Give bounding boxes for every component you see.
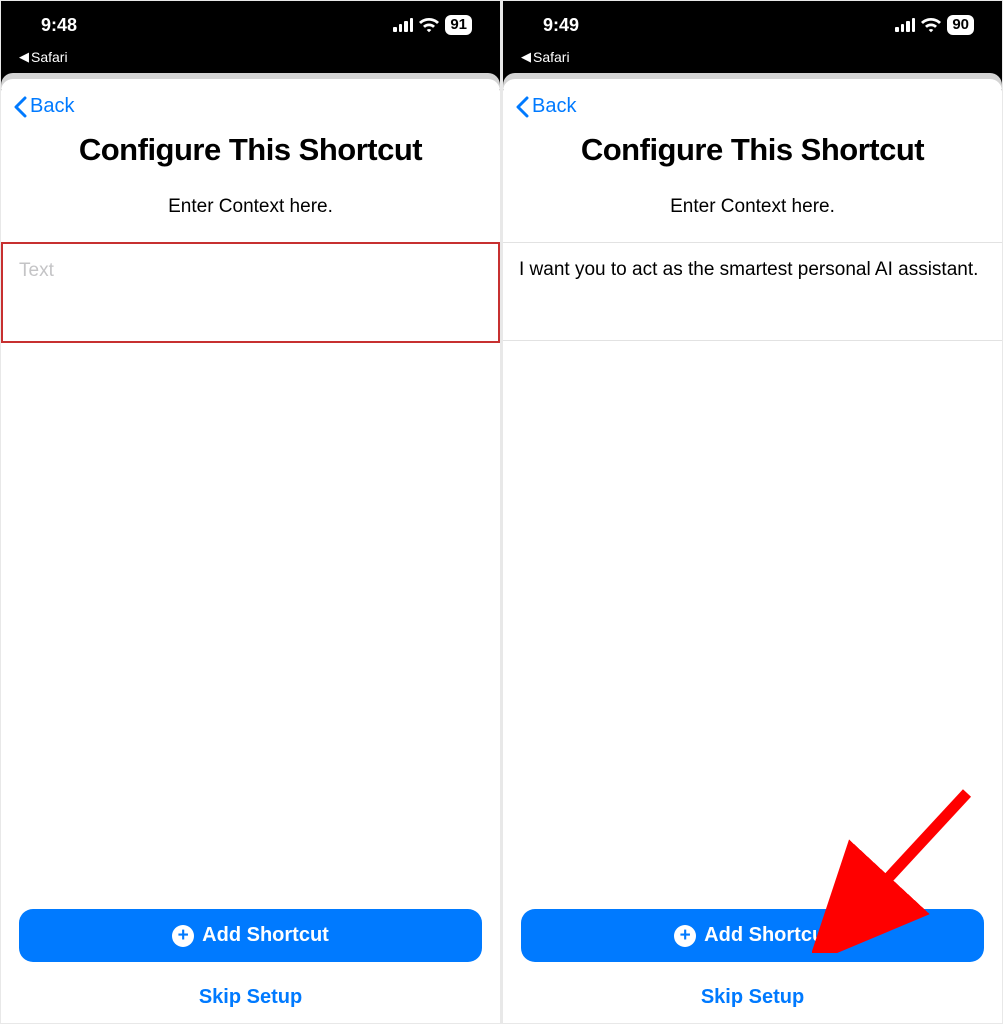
back-label: Back <box>532 95 576 118</box>
subtitle: Enter Context here. <box>1 196 500 218</box>
page-title: Configure This Shortcut <box>519 132 986 168</box>
right-screenshot: 9:49 90 ◀︎ Safari Back Configure This Sh… <box>503 1 1002 1023</box>
context-input-wrap <box>1 242 500 343</box>
add-shortcut-button[interactable]: + Add Shortcut <box>19 909 482 962</box>
back-button[interactable]: Back <box>1 79 500 130</box>
context-input[interactable] <box>3 244 498 336</box>
chevron-left-icon <box>515 96 530 118</box>
sheet: Back Configure This Shortcut Enter Conte… <box>503 79 1002 1023</box>
chevron-left-icon <box>13 96 28 118</box>
back-to-app[interactable]: ◀︎ Safari <box>503 49 1002 69</box>
back-app-label: Safari <box>533 49 570 65</box>
battery-badge: 90 <box>947 15 974 35</box>
skip-setup-button[interactable]: Skip Setup <box>521 962 984 1017</box>
cellular-icon <box>895 18 915 32</box>
status-bar: 9:49 90 <box>503 1 1002 49</box>
page-title: Configure This Shortcut <box>17 132 484 168</box>
wifi-icon <box>419 18 439 33</box>
context-input-wrap <box>503 242 1002 341</box>
plus-circle-icon: + <box>674 925 696 947</box>
back-label: Back <box>30 95 74 118</box>
status-time: 9:49 <box>543 15 579 36</box>
battery-badge: 91 <box>445 15 472 35</box>
cellular-icon <box>393 18 413 32</box>
add-shortcut-button[interactable]: + Add Shortcut <box>521 909 984 962</box>
chevron-left-icon: ◀︎ <box>521 49 531 65</box>
bottom-actions: + Add Shortcut Skip Setup <box>1 909 500 1023</box>
status-indicators: 91 <box>393 15 472 35</box>
bottom-actions: + Add Shortcut Skip Setup <box>503 909 1002 1023</box>
wifi-icon <box>921 18 941 33</box>
plus-circle-icon: + <box>172 925 194 947</box>
sheet: Back Configure This Shortcut Enter Conte… <box>1 79 500 1023</box>
add-button-label: Add Shortcut <box>202 924 329 947</box>
status-time: 9:48 <box>41 15 77 36</box>
skip-setup-button[interactable]: Skip Setup <box>19 962 482 1017</box>
back-app-label: Safari <box>31 49 68 65</box>
context-input[interactable] <box>503 243 1002 335</box>
back-to-app[interactable]: ◀︎ Safari <box>1 49 500 69</box>
chevron-left-icon: ◀︎ <box>19 49 29 65</box>
left-screenshot: 9:48 91 ◀︎ Safari Back Configure This Sh… <box>1 1 500 1023</box>
status-bar: 9:48 91 <box>1 1 500 49</box>
add-button-label: Add Shortcut <box>704 924 831 947</box>
subtitle: Enter Context here. <box>503 196 1002 218</box>
back-button[interactable]: Back <box>503 79 1002 130</box>
status-indicators: 90 <box>895 15 974 35</box>
